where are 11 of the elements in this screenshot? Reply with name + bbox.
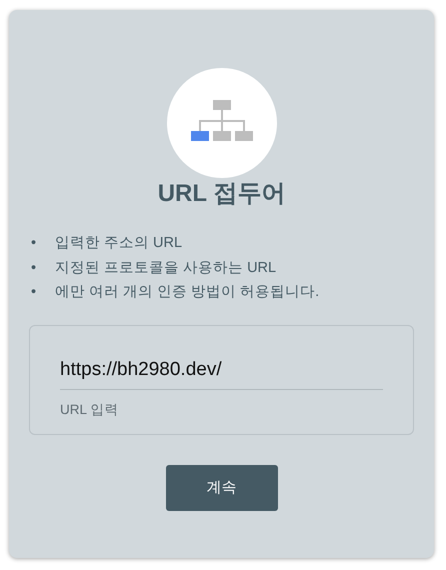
bullet-marker: •: [31, 283, 38, 302]
bullet-marker: •: [31, 234, 38, 253]
bullet-text: 입력한 주소의 URL: [55, 235, 182, 251]
url-field-panel[interactable]: https://bh2980.dev/ URL 입력: [29, 324, 414, 436]
url-input-field[interactable]: https://bh2980.dev/: [60, 352, 383, 390]
dialog-title: URL 접두어: [156, 179, 286, 209]
bullet-marker: •: [31, 258, 38, 278]
bullet-text: 에만 여러 개의 인증 방법이 허용됩니다.: [55, 284, 320, 300]
bullet-text: 지정된 프로토콜을 사용하는 URL: [55, 260, 276, 276]
continue-button[interactable]: 계속: [166, 465, 278, 512]
field-hint: URL 입력: [60, 401, 120, 419]
